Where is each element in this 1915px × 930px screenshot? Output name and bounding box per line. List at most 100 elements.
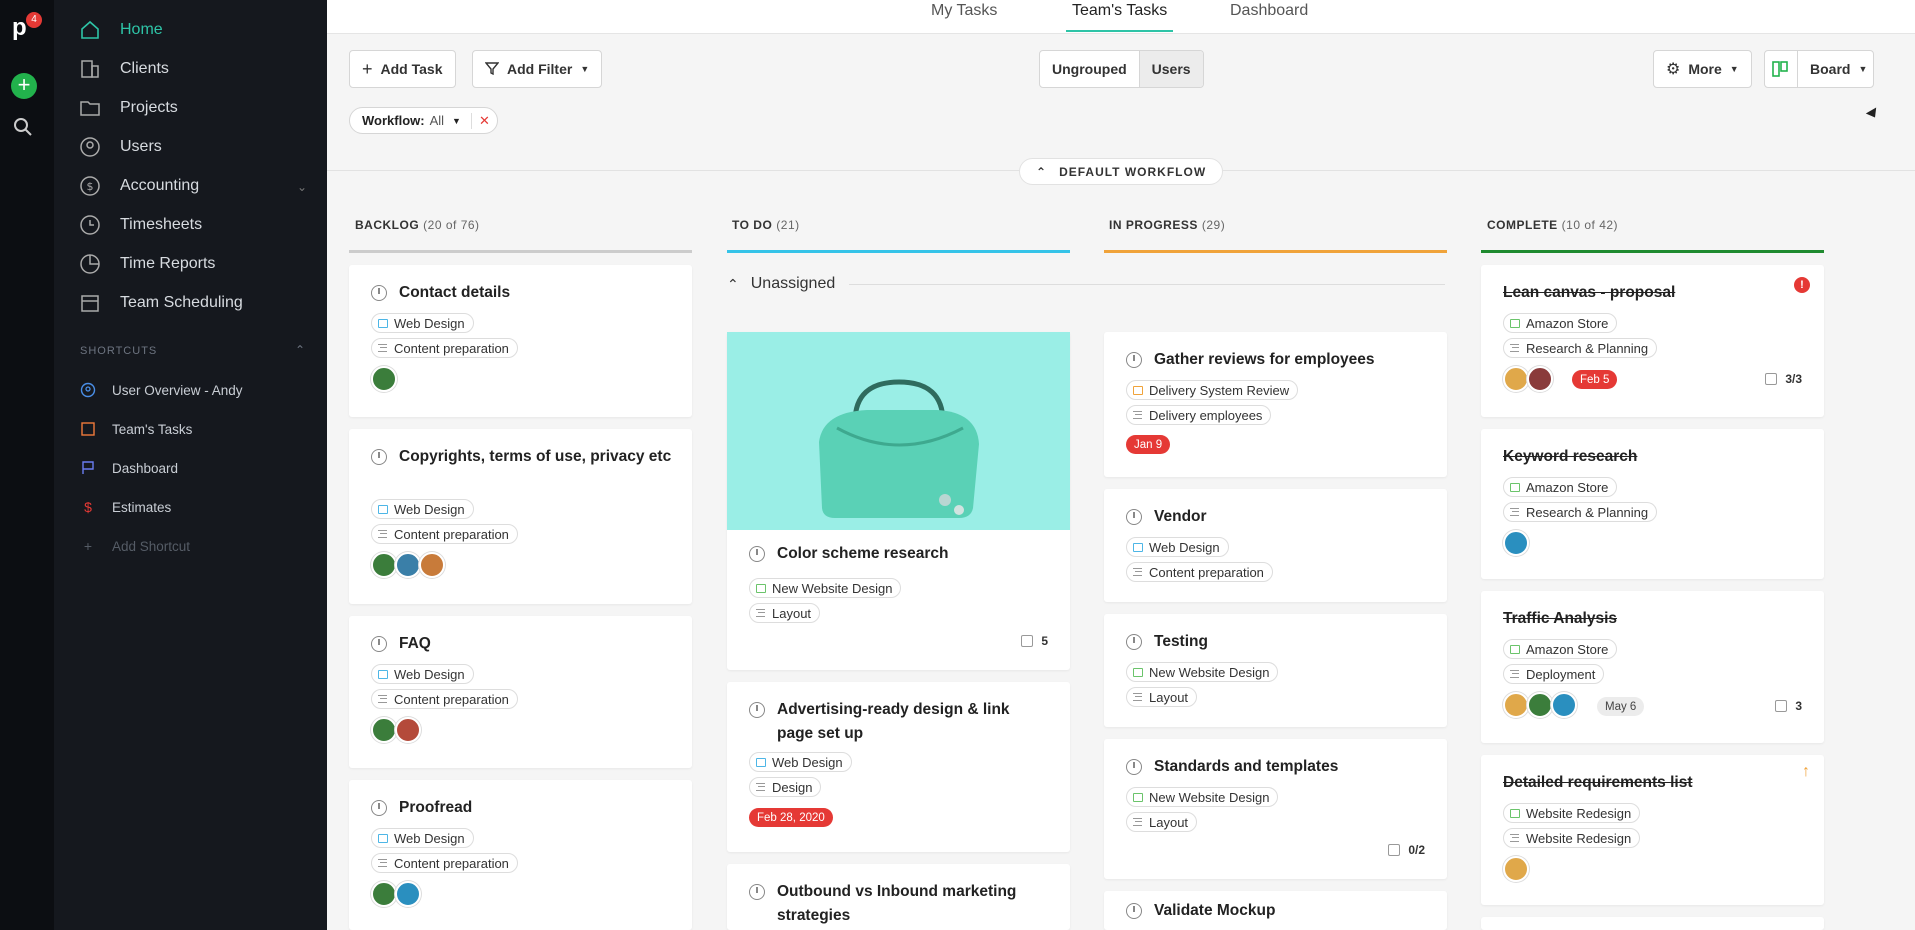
chevron-up-icon[interactable]: ⌃: [295, 343, 305, 357]
chevron-down-icon[interactable]: ⌄: [297, 180, 307, 194]
project-tag[interactable]: Web Design: [371, 313, 474, 333]
add-filter-button[interactable]: Add Filter ▼: [472, 50, 603, 88]
project-tag[interactable]: Amazon Store: [1503, 639, 1618, 659]
project-tag[interactable]: Web Design: [1126, 537, 1229, 557]
task-card[interactable]: Traffic Analysis Amazon Store Deployment…: [1481, 591, 1824, 743]
project-tag[interactable]: New Website Design: [1126, 787, 1279, 807]
project-tag[interactable]: Amazon Store: [1503, 313, 1618, 333]
avatar[interactable]: [1503, 692, 1529, 718]
due-date-badge[interactable]: Feb 5: [1572, 370, 1618, 389]
avatar[interactable]: [1551, 692, 1577, 718]
avatar[interactable]: [1503, 856, 1529, 882]
users-button[interactable]: Users: [1138, 51, 1203, 87]
more-button[interactable]: ⚙ More ▼: [1653, 50, 1752, 88]
list-tag[interactable]: Delivery employees: [1126, 405, 1272, 425]
list-tag[interactable]: Content preparation: [371, 853, 518, 873]
sidebar-item-team-scheduling[interactable]: Team Scheduling: [78, 288, 243, 318]
list-tag[interactable]: Deployment: [1503, 664, 1605, 684]
due-date-badge[interactable]: May 6: [1597, 697, 1645, 716]
task-card[interactable]: Contact details Web Design Content prepa…: [349, 265, 692, 417]
list-tag[interactable]: Content preparation: [371, 689, 518, 709]
project-tag[interactable]: New Website Design: [1126, 662, 1279, 682]
avatar[interactable]: [371, 881, 397, 907]
task-card[interactable]: Proofread Web Design Content preparation: [349, 780, 692, 930]
task-card[interactable]: Standards and templates New Website Desi…: [1104, 739, 1447, 879]
avatar[interactable]: [395, 881, 421, 907]
subtasks-count[interactable]: 3/3: [1765, 372, 1802, 386]
list-tag[interactable]: Content preparation: [371, 338, 518, 358]
avatar[interactable]: [1527, 692, 1553, 718]
tab-my-tasks[interactable]: My Tasks: [931, 0, 997, 32]
list-tag[interactable]: Design: [749, 777, 822, 797]
due-date-badge[interactable]: Jan 9: [1126, 435, 1171, 454]
tab-teams-tasks[interactable]: Team's Tasks: [1066, 0, 1174, 32]
shortcut-teams-tasks[interactable]: Team's Tasks: [80, 417, 192, 441]
list-tag[interactable]: Layout: [1126, 812, 1198, 832]
tab-dashboard[interactable]: Dashboard: [1230, 0, 1308, 32]
project-tag[interactable]: Website Redesign: [1503, 803, 1641, 823]
sidebar-item-users[interactable]: Users: [78, 132, 162, 162]
list-tag[interactable]: Layout: [749, 603, 821, 623]
list-icon: [756, 783, 765, 791]
board-view-icon[interactable]: Board ▼: [1764, 50, 1875, 88]
task-card[interactable]: ↑ Detailed requirements list Website Red…: [1481, 755, 1824, 905]
quick-add-button[interactable]: +: [11, 73, 37, 99]
list-tag[interactable]: Research & Planning: [1503, 338, 1658, 358]
board-select[interactable]: Board: [1810, 61, 1850, 77]
task-card[interactable]: Testing New Website Design Layout: [1104, 614, 1447, 727]
attachments-count[interactable]: 5: [1021, 634, 1048, 648]
due-date-badge[interactable]: Feb 28, 2020: [749, 808, 833, 827]
list-tag[interactable]: Layout: [1126, 687, 1198, 707]
task-card[interactable]: [1481, 917, 1824, 930]
group-header-unassigned[interactable]: ⌃ Unassigned: [727, 272, 1445, 296]
project-tag[interactable]: Amazon Store: [1503, 477, 1618, 497]
avatar[interactable]: [419, 552, 445, 578]
avatar[interactable]: [1503, 366, 1529, 392]
project-tag[interactable]: Web Design: [371, 828, 474, 848]
project-tag[interactable]: Web Design: [371, 664, 474, 684]
avatar[interactable]: [371, 717, 397, 743]
avatar[interactable]: [395, 717, 421, 743]
sidebar-item-clients[interactable]: Clients: [78, 54, 169, 84]
sidebar-item-projects[interactable]: Projects: [78, 93, 178, 123]
project-tag[interactable]: Web Design: [371, 499, 474, 519]
task-card[interactable]: Validate Mockup: [1104, 891, 1447, 930]
add-task-button[interactable]: + Add Task: [349, 50, 456, 88]
list-tag[interactable]: Content preparation: [1126, 562, 1273, 582]
list-tag[interactable]: Website Redesign: [1503, 828, 1641, 848]
avatar[interactable]: [395, 552, 421, 578]
avatar[interactable]: [1503, 530, 1529, 556]
default-workflow-toggle[interactable]: ⌃ DEFAULT WORKFLOW: [1019, 158, 1224, 185]
ungrouped-button[interactable]: Ungrouped: [1040, 51, 1139, 87]
task-card[interactable]: FAQ Web Design Content preparation: [349, 616, 692, 768]
sidebar-item-time-reports[interactable]: Time Reports: [78, 249, 215, 279]
avatar[interactable]: [371, 552, 397, 578]
list-tag[interactable]: Research & Planning: [1503, 502, 1658, 522]
sidebar-item-home[interactable]: Home: [78, 15, 163, 45]
shortcut-estimates[interactable]: $ Estimates: [80, 495, 171, 519]
task-card[interactable]: Keyword research Amazon Store Research &…: [1481, 429, 1824, 579]
remove-filter-icon[interactable]: ✕: [470, 112, 497, 129]
project-tag[interactable]: New Website Design: [749, 578, 902, 598]
project-tag[interactable]: Delivery System Review: [1126, 380, 1299, 400]
task-card[interactable]: Copyrights, terms of use, privacy etc We…: [349, 429, 692, 604]
subtasks-count[interactable]: 0/2: [1388, 843, 1425, 857]
search-icon[interactable]: [12, 116, 36, 140]
add-shortcut-button[interactable]: + Add Shortcut: [80, 534, 190, 558]
sidebar-item-accounting[interactable]: $ Accounting: [78, 171, 199, 201]
task-card[interactable]: ! Lean canvas - proposal Amazon Store Re…: [1481, 265, 1824, 417]
task-card[interactable]: Advertising-ready design & link page set…: [727, 682, 1070, 852]
project-tag[interactable]: Web Design: [749, 752, 852, 772]
comments-count[interactable]: 3: [1775, 699, 1802, 713]
shortcut-dashboard[interactable]: Dashboard: [80, 456, 178, 480]
list-tag[interactable]: Content preparation: [371, 524, 518, 544]
task-card[interactable]: Outbound vs Inbound marketing strategies: [727, 864, 1070, 930]
task-card[interactable]: Vendor Web Design Content preparation: [1104, 489, 1447, 602]
task-card[interactable]: Color scheme research New Website Design…: [727, 332, 1070, 670]
sidebar-item-timesheets[interactable]: Timesheets: [78, 210, 202, 240]
workflow-filter-chip[interactable]: Workflow: All ▼ ✕: [349, 107, 498, 134]
avatar[interactable]: [371, 366, 397, 392]
shortcut-user-overview[interactable]: User Overview - Andy: [80, 378, 243, 402]
task-card[interactable]: Gather reviews for employees Delivery Sy…: [1104, 332, 1447, 477]
avatar[interactable]: [1527, 366, 1553, 392]
